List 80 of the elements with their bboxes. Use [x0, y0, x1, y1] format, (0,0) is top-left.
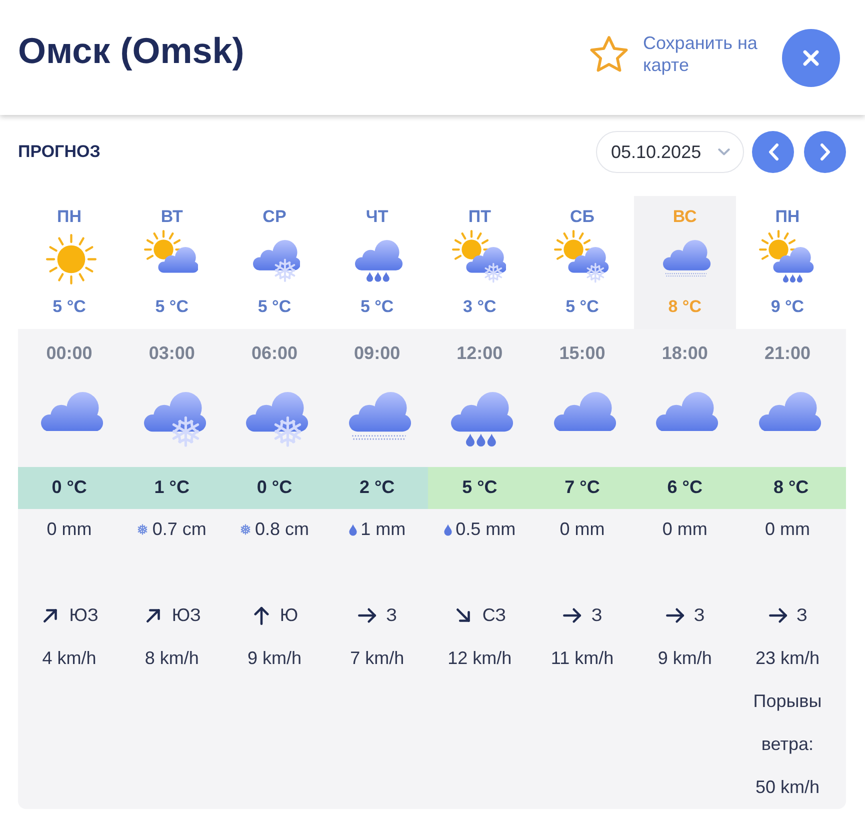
day-tab[interactable]: СБ 5 °C	[530, 196, 634, 329]
rain-cloud-icon	[355, 240, 403, 282]
day-tab[interactable]: ПТ 3 °C	[428, 196, 531, 329]
wind-speed: 4 km/h	[42, 647, 96, 670]
temperature-cell: 6 °C	[634, 466, 736, 509]
drop-icon	[348, 524, 357, 536]
close-icon	[803, 50, 819, 66]
date-select[interactable]: 05.10.2025	[596, 131, 744, 173]
drizzle-cloud-icon	[348, 392, 411, 440]
cloud-icon	[656, 392, 719, 432]
wind-direction: З	[694, 605, 705, 626]
snowflake-icon	[137, 524, 148, 536]
sun-icon	[46, 234, 97, 285]
wind-direction: З	[591, 605, 602, 626]
chevron-down-icon	[718, 148, 730, 156]
hour-time: 15:00	[559, 342, 606, 365]
temperature-cell: 2 °C	[326, 466, 428, 509]
day-tab[interactable]: СР 5 °C	[223, 196, 326, 329]
cloud-icon	[40, 392, 103, 432]
temperature-cell: 5 °C	[428, 466, 531, 509]
wind-direction: ЮЗ	[69, 605, 98, 626]
star-icon	[590, 36, 628, 72]
chevron-left-icon	[768, 143, 778, 161]
wind-direction: З	[796, 605, 808, 626]
wind-speed: 23 km/h	[755, 647, 820, 670]
snowflake-icon	[240, 524, 251, 536]
day-tab[interactable]: ПН 9 °C	[736, 196, 839, 329]
next-button[interactable]	[804, 131, 846, 173]
wind-speed: 12 km/h	[448, 647, 512, 670]
hour-time: 09:00	[354, 342, 400, 365]
snow-cloud-icon	[144, 392, 206, 447]
day-tab[interactable]: ЧТ 5 °C	[326, 196, 428, 329]
precipitation-amount: 0.8 cm	[254, 519, 309, 540]
hour-time: 12:00	[456, 342, 503, 365]
drop-icon	[444, 524, 452, 536]
precipitation-amount: 0 mm	[560, 519, 605, 540]
precipitation-amount: 0.5 mm	[456, 519, 516, 540]
sun-rain-cloud-icon	[759, 230, 814, 284]
wind-direction: СЗ	[482, 605, 506, 626]
snow-cloud-icon	[246, 392, 308, 447]
hour-time: 21:00	[764, 342, 810, 365]
day-tab[interactable]: ПН 5 °C	[18, 196, 121, 329]
wind-speed: 7 km/h	[350, 647, 404, 670]
wind-direction: ЮЗ	[172, 605, 201, 626]
precipitation-amount: 0 mm	[662, 519, 708, 540]
save-to-map-button[interactable]: Сохранить на карте	[590, 32, 767, 76]
day-tab[interactable]: ВТ 5 °C	[120, 196, 224, 329]
drizzle-cloud-icon	[663, 240, 711, 277]
precipitation-amount: 0 mm	[46, 519, 92, 540]
temperature-cell: 8 °C	[736, 466, 846, 509]
precipitation-amount: 0 mm	[764, 519, 810, 540]
wind-speed: 11 km/h	[550, 647, 614, 670]
sun-cloud-icon	[144, 230, 198, 273]
hour-time: 18:00	[662, 342, 708, 365]
hour-time: 03:00	[148, 342, 195, 365]
temperature-cell: 0 °C	[18, 466, 121, 509]
rain-cloud-icon	[451, 392, 514, 448]
gust-speed: 50 km/h	[755, 776, 820, 800]
cloud-icon	[759, 392, 822, 432]
wind-direction: З	[386, 605, 398, 626]
chevron-right-icon	[820, 143, 830, 161]
wind-direction: Ю	[280, 605, 298, 626]
wind-speed: 9 km/h	[247, 647, 302, 670]
cloud-icon	[554, 392, 616, 432]
sun-snow-cloud-icon	[452, 230, 506, 284]
city-title: Омск (Omsk)	[18, 30, 246, 72]
wind-speed: 8 km/h	[144, 647, 199, 670]
precipitation-amount: 0.7 cm	[152, 519, 206, 540]
snow-cloud-icon	[252, 240, 300, 282]
temperature-cell: 7 °C	[530, 466, 634, 509]
wind-speed: 9 km/h	[658, 647, 712, 670]
temperature-cell: 0 °C	[223, 466, 326, 509]
hour-time: 06:00	[251, 342, 298, 365]
gust-label: Порывы ветра:	[752, 690, 823, 756]
temperature-cell: 1 °C	[120, 466, 224, 509]
previous-button[interactable]	[752, 131, 794, 173]
hour-time: 00:00	[46, 342, 92, 365]
sun-snow-cloud-icon	[554, 230, 609, 284]
precipitation-amount: 1 mm	[360, 519, 406, 540]
section-title: ПРОГНОЗ	[18, 142, 102, 162]
